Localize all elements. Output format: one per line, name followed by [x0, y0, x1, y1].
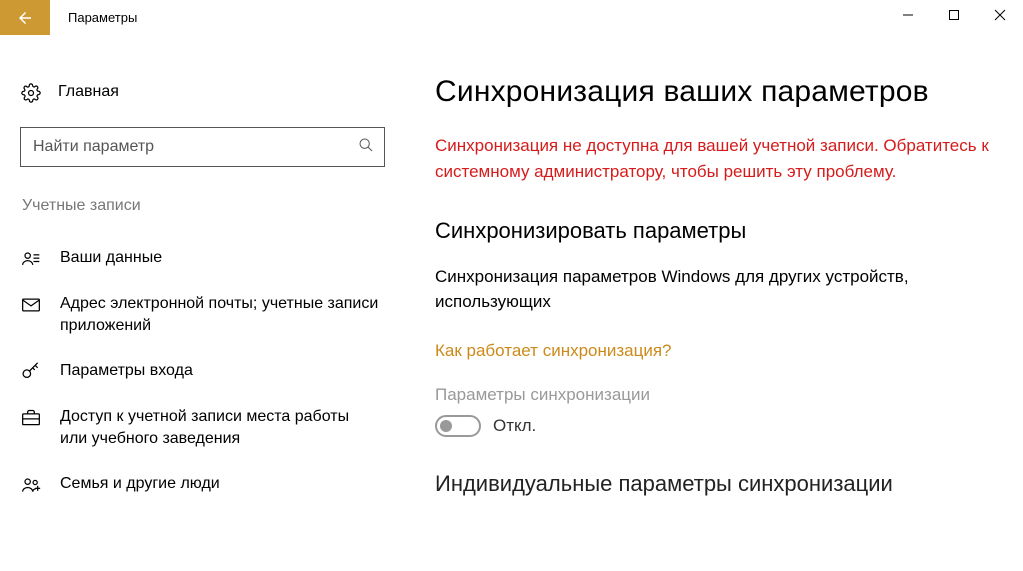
sync-toggle[interactable] — [435, 415, 481, 437]
gear-icon — [20, 81, 42, 103]
sidebar-item-label: Параметры входа — [60, 360, 193, 382]
search-box[interactable] — [20, 127, 385, 167]
sidebar-item-label: Доступ к учетной записи места работы или… — [60, 406, 380, 449]
sidebar-item-work-access[interactable]: Доступ к учетной записи места работы или… — [20, 394, 405, 461]
sidebar-item-label: Семья и другие люди — [60, 473, 220, 495]
error-message: Синхронизация не доступна для вашей учет… — [435, 133, 990, 186]
sidebar-item-email-accounts[interactable]: Адрес электронной почты; учетные записи … — [20, 281, 405, 348]
arrow-left-icon — [16, 9, 34, 27]
sidebar-item-your-info[interactable]: Ваши данные — [20, 235, 405, 281]
titlebar: Параметры — [0, 0, 1023, 35]
close-button[interactable] — [977, 0, 1023, 30]
section-description: Синхронизация параметров Windows для дру… — [435, 264, 990, 315]
sidebar-item-family[interactable]: Семья и другие люди — [20, 461, 405, 507]
minimize-icon — [902, 9, 914, 21]
briefcase-icon — [20, 406, 42, 428]
page-heading: Синхронизация ваших параметров — [435, 75, 993, 109]
maximize-button[interactable] — [931, 0, 977, 30]
search-input[interactable] — [33, 138, 358, 156]
sidebar-item-label: Ваши данные — [60, 247, 162, 269]
window-controls — [885, 0, 1023, 35]
minimize-button[interactable] — [885, 0, 931, 30]
person-card-icon — [20, 247, 42, 269]
how-sync-works-link[interactable]: Как работает синхронизация? — [435, 341, 672, 361]
main-panel: Синхронизация ваших параметров Синхрониз… — [405, 35, 1023, 571]
back-button[interactable] — [0, 0, 50, 35]
sidebar: Главная Учетные записи Ваши данные Адрес… — [0, 35, 405, 571]
sidebar-item-signin-options[interactable]: Параметры входа — [20, 348, 405, 394]
window-title: Параметры — [50, 10, 137, 25]
search-icon — [358, 137, 374, 158]
sidebar-item-label: Адрес электронной почты; учетные записи … — [60, 293, 380, 336]
maximize-icon — [948, 9, 960, 21]
home-label: Главная — [58, 83, 119, 101]
close-icon — [994, 9, 1006, 21]
toggle-state-label: Откл. — [493, 416, 536, 436]
mail-icon — [20, 293, 42, 315]
sync-settings-label: Параметры синхронизации — [435, 385, 993, 405]
toggle-knob — [440, 420, 452, 432]
individual-sync-heading: Индивидуальные параметры синхронизации — [435, 471, 993, 497]
people-icon — [20, 473, 42, 495]
key-icon — [20, 360, 42, 382]
section-heading: Синхронизировать параметры — [435, 218, 993, 244]
category-header: Учетные записи — [20, 197, 405, 215]
home-link[interactable]: Главная — [20, 75, 405, 109]
